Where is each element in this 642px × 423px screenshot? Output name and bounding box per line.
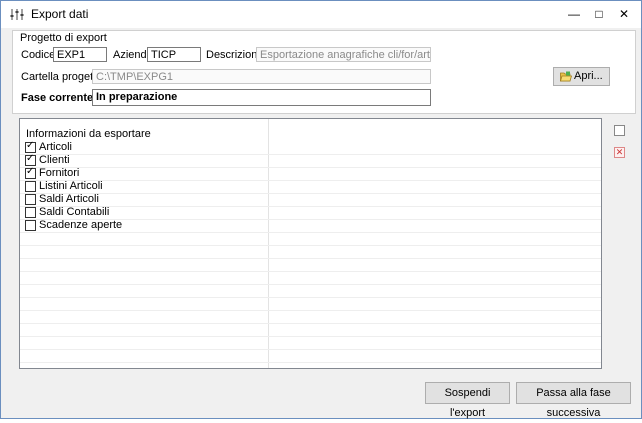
maximize-button[interactable]: □ (588, 5, 610, 23)
export-list[interactable]: Informazioni da esportare ✓ Articoli ✓ Clie… (19, 118, 602, 369)
list-row-line (20, 167, 601, 168)
item-checkbox[interactable]: ✓ (25, 153, 36, 166)
list-row-line (20, 232, 601, 233)
minimize-button[interactable]: — (563, 5, 585, 23)
passa-fase-successiva-button[interactable]: Passa alla fase successiva (516, 382, 631, 419)
fase-field: In preparazione (92, 89, 431, 106)
apri-button[interactable]: Apri... (553, 67, 610, 86)
list-row-line (20, 154, 601, 155)
descrizione-field[interactable]: Esportazione anagrafiche cli/for/art (256, 47, 431, 62)
item-label: Saldi Contabili (39, 206, 110, 218)
list-header: Informazioni da esportare (26, 128, 151, 140)
item-checkbox[interactable] (25, 207, 36, 218)
settings-sliders-icon (10, 9, 24, 20)
item-checkbox[interactable] (25, 220, 36, 231)
item-checkbox[interactable] (25, 194, 36, 205)
list-row-line (20, 336, 601, 337)
item-label: Articoli (39, 141, 73, 153)
open-folder-icon (560, 71, 572, 82)
list-row-line (20, 180, 601, 181)
item-checkbox[interactable]: ✓ (25, 166, 36, 179)
list-row-line (20, 297, 601, 298)
checkmark-icon: ✓ (26, 140, 35, 151)
list-row-line (20, 271, 601, 272)
window-title: Export dati (31, 7, 89, 21)
group-title: Progetto di export (20, 32, 107, 44)
item-label: Fornitori (39, 167, 80, 179)
export-dati-window: Export dati — □ ✕ Progetto di export Cod… (0, 0, 642, 419)
project-groupbox: Progetto di export Codice: EXP1 Azienda … (12, 30, 636, 114)
list-row-line (20, 284, 601, 285)
item-label: Scadenze aperte (39, 219, 123, 231)
item-label: Listini Articoli (39, 180, 103, 192)
title-bar[interactable]: Export dati — □ ✕ (1, 1, 641, 28)
list-row-line (20, 362, 601, 363)
close-button[interactable]: ✕ (613, 5, 635, 23)
delete-icon[interactable]: ✕ (614, 147, 625, 158)
list-row-line (20, 310, 601, 311)
column-divider (268, 119, 269, 368)
add-item-button[interactable] (614, 125, 625, 136)
azienda-field[interactable]: TICP (147, 47, 201, 62)
list-row-line (20, 349, 601, 350)
item-checkbox[interactable]: ✓ (25, 140, 36, 153)
checkmark-icon: ✓ (26, 153, 35, 164)
codice-field[interactable]: EXP1 (53, 47, 107, 62)
item-label: Saldi Articoli (39, 193, 99, 205)
fase-label: Fase corrente: (21, 92, 97, 104)
list-row-line (20, 258, 601, 259)
list-row-line (20, 245, 601, 246)
item-label: Clienti (39, 154, 70, 166)
checkmark-icon: ✓ (26, 166, 35, 177)
sospendi-export-button[interactable]: Sospendi l'export (425, 382, 510, 419)
dialog-body: Progetto di export Codice: EXP1 Azienda … (9, 28, 636, 419)
apri-label: Apri... (574, 70, 603, 82)
cartella-field[interactable]: C:\TMP\EXPG1 (92, 69, 431, 84)
list-row-line (20, 193, 601, 194)
list-row-line (20, 323, 601, 324)
item-checkbox[interactable] (25, 181, 36, 192)
